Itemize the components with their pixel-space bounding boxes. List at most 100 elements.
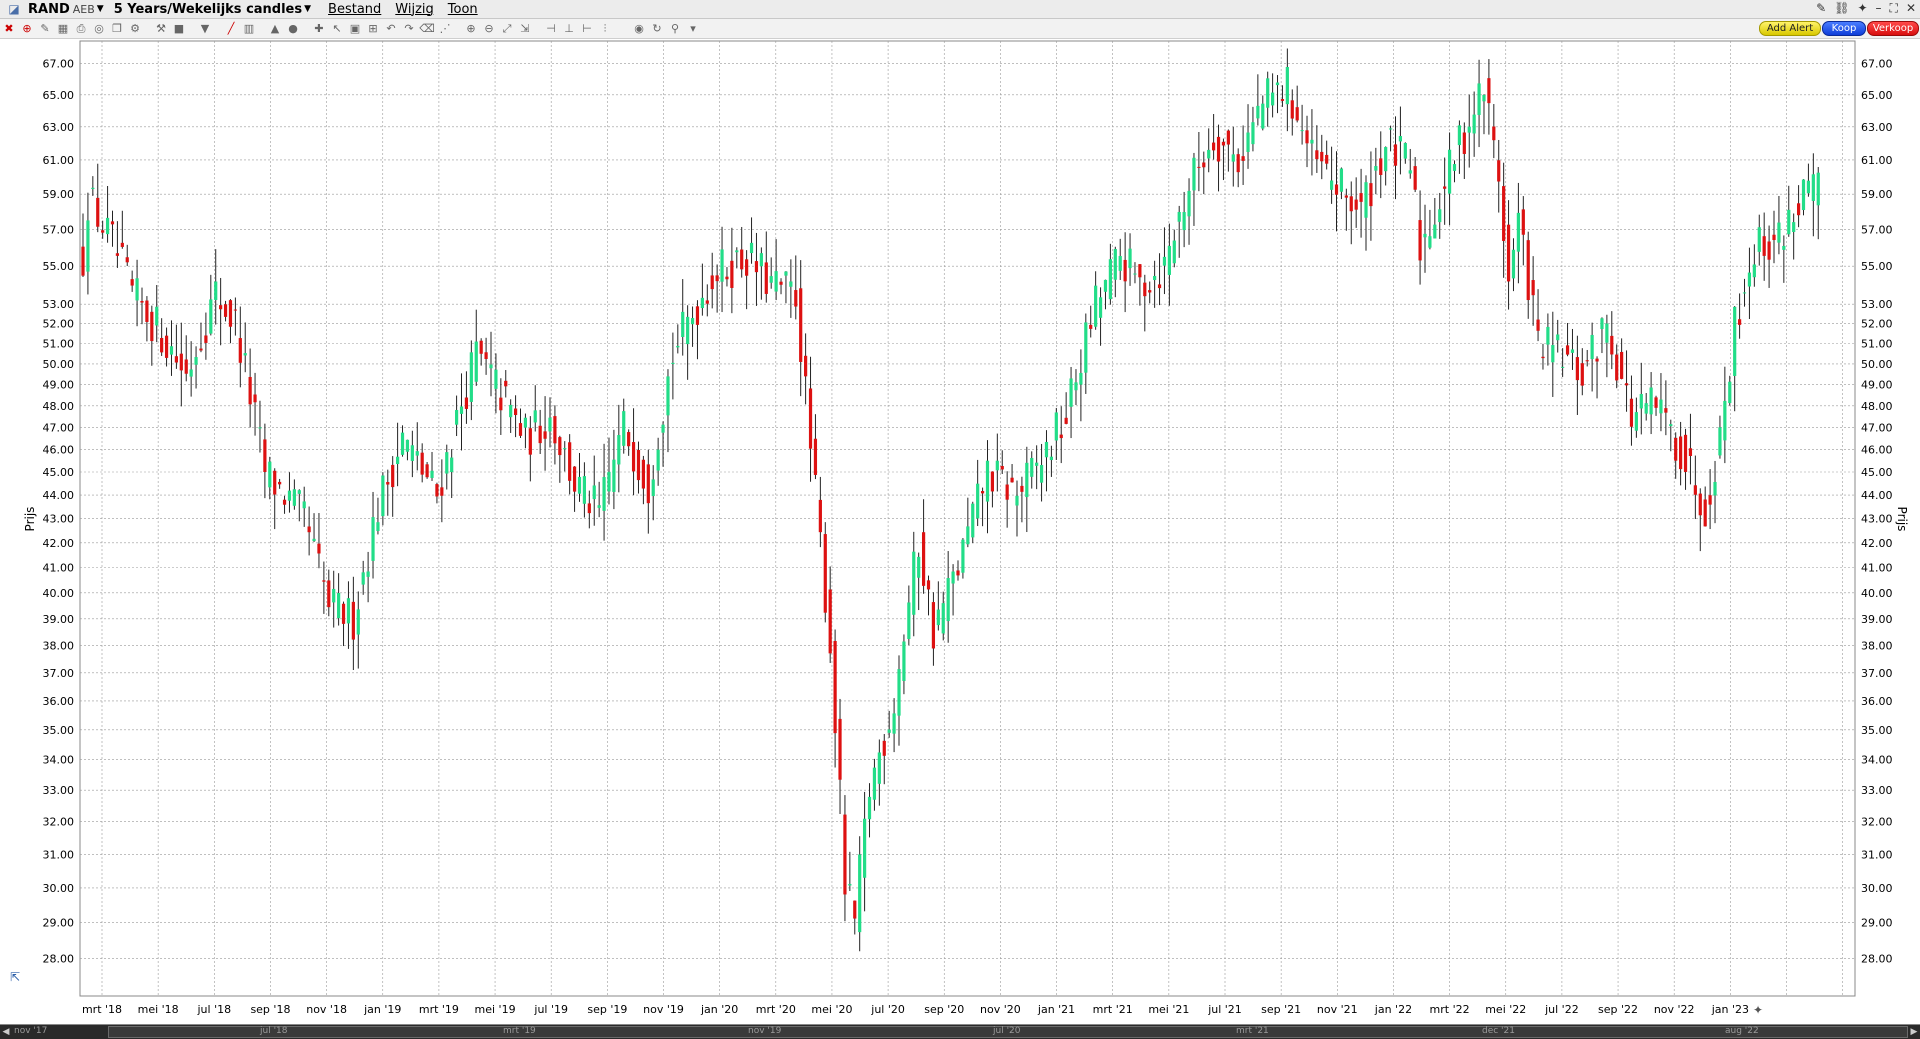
candle-body xyxy=(346,598,351,624)
link-icon[interactable]: ⛓ xyxy=(1834,1,1849,16)
verkoop-button[interactable]: Verkoop xyxy=(1867,21,1919,36)
candle-body xyxy=(926,580,931,590)
center-icon[interactable]: ⊥ xyxy=(561,21,577,37)
candle-body xyxy=(1452,164,1457,171)
candle-body xyxy=(504,380,508,387)
candle-body xyxy=(174,356,178,363)
candle-body xyxy=(951,571,955,584)
minimize-icon[interactable]: – xyxy=(1876,1,1882,16)
period-selector[interactable]: 5 Years/Wekelijks candles xyxy=(114,2,302,17)
wrench-icon[interactable]: ⚲ xyxy=(667,21,683,37)
candle-body xyxy=(145,300,149,322)
pointer-icon[interactable]: ↖ xyxy=(329,21,345,37)
candle-body xyxy=(1374,166,1378,171)
candle-body xyxy=(376,522,380,531)
scroll-end-icon[interactable]: ✦ xyxy=(1753,1003,1763,1017)
circle-icon[interactable]: ● xyxy=(285,21,301,37)
candle-body xyxy=(1629,398,1634,427)
tools-icon[interactable]: ✎ xyxy=(1816,1,1826,16)
period-dropdown-icon[interactable]: ▼ xyxy=(304,4,311,14)
fit-icon[interactable]: ⤢ xyxy=(499,21,515,37)
resize-icon[interactable]: ⇲ xyxy=(517,21,533,37)
bars-icon[interactable]: ▥ xyxy=(241,21,257,37)
y-tick-label: 44.00 xyxy=(1861,489,1893,502)
draw-line-icon[interactable]: ╱ xyxy=(223,21,239,37)
candle-body xyxy=(209,299,213,334)
close-chart-icon[interactable]: ✖ xyxy=(1,21,17,37)
koop-button[interactable]: Koop xyxy=(1822,21,1866,36)
candle-body xyxy=(1108,259,1112,300)
compare-icon[interactable]: ⫶ xyxy=(597,21,613,37)
zoom-out-icon[interactable]: ⊖ xyxy=(481,21,497,37)
candle-body xyxy=(1329,180,1334,190)
menu-bestand[interactable]: Bestand xyxy=(328,2,381,17)
app-icon[interactable]: ◪ xyxy=(6,2,22,16)
color-icon[interactable]: ■ xyxy=(171,21,187,37)
candle-body xyxy=(1005,484,1009,500)
y-tick-label: 35.00 xyxy=(1861,724,1893,737)
menu-toon[interactable]: Toon xyxy=(448,2,478,17)
grid-icon[interactable]: ⊞ xyxy=(365,21,381,37)
refresh-icon[interactable]: ↻ xyxy=(649,21,665,37)
x-tick-label: jan '23 xyxy=(1711,1003,1749,1016)
candle-body xyxy=(1064,417,1068,424)
globe-icon[interactable]: ◉ xyxy=(631,21,647,37)
candle-body xyxy=(243,353,247,356)
close-icon[interactable]: ✕ xyxy=(1906,1,1916,16)
candle-body xyxy=(1757,227,1761,252)
price-chart[interactable]: 28.00 29.00 30.00 31.00 32.00 33.00 34.00 35.00… xyxy=(0,39,1920,1024)
x-tick-label: jul '18 xyxy=(196,1003,231,1016)
copy-icon[interactable]: ❐ xyxy=(109,21,125,37)
candle-body xyxy=(1477,83,1481,115)
scroll-right-icon[interactable]: ▶ xyxy=(1908,1025,1920,1039)
time-scrollbar[interactable]: ◀ nov '17 jul '18 mrt '19 nov '19 jul '2… xyxy=(0,1024,1920,1039)
edit-icon[interactable]: ✎ xyxy=(37,21,53,37)
crosshair-tool-icon[interactable]: ✚ xyxy=(311,21,327,37)
candle-body xyxy=(1020,485,1024,492)
table-icon[interactable]: ▦ xyxy=(55,21,71,37)
zoom-icon[interactable]: ◎ xyxy=(91,21,107,37)
candle-body xyxy=(1221,141,1226,146)
add-alert-button[interactable]: Add Alert xyxy=(1759,21,1821,36)
y-tick-label: 43.00 xyxy=(43,513,75,526)
candle-body xyxy=(1782,245,1786,250)
y-axis-title-right: Prijs xyxy=(1895,507,1909,532)
crosshair-icon[interactable]: ⊕ xyxy=(19,21,35,37)
candle-body xyxy=(1546,326,1550,345)
redo-icon[interactable]: ↷ xyxy=(401,21,417,37)
left-bound-icon[interactable]: ⊣ xyxy=(543,21,559,37)
menu-wijzig[interactable]: Wijzig xyxy=(395,2,433,17)
print-icon[interactable]: ⎙ xyxy=(73,21,89,37)
expand-icon[interactable]: ⇱ xyxy=(10,970,20,984)
symbol-dropdown-icon[interactable]: ▼ xyxy=(97,4,104,14)
scroll-left-icon[interactable]: ◀ xyxy=(0,1025,12,1039)
y-tick-label: 50.00 xyxy=(1861,358,1893,371)
box-icon[interactable]: ▣ xyxy=(347,21,363,37)
candle-body xyxy=(980,491,985,494)
zoom-in-icon[interactable]: ⊕ xyxy=(463,21,479,37)
mountain-icon[interactable]: ▲ xyxy=(267,21,283,37)
candle-body xyxy=(956,570,960,576)
filter-icon[interactable]: ▼ xyxy=(197,21,213,37)
candle-body xyxy=(858,854,862,933)
candle-body xyxy=(804,355,808,377)
fan-icon[interactable]: ⋰ xyxy=(437,21,453,37)
candle-body xyxy=(1079,372,1083,385)
eraser-icon[interactable]: ⌫ xyxy=(419,21,435,37)
more-icon[interactable]: ▾ xyxy=(685,21,701,37)
candle-body xyxy=(1025,462,1029,498)
indicator-icon[interactable]: ⚒ xyxy=(153,21,169,37)
symbol-label[interactable]: RAND xyxy=(28,2,70,17)
settings-icon[interactable]: ⚙ xyxy=(127,21,143,37)
candle-body xyxy=(120,242,124,247)
pin-icon[interactable]: ✦ xyxy=(1857,1,1867,16)
undo-icon[interactable]: ↶ xyxy=(383,21,399,37)
candle-body xyxy=(332,588,336,603)
candle-body xyxy=(1059,434,1063,439)
maximize-icon[interactable]: ⛶ xyxy=(1890,1,1898,16)
candle-body xyxy=(1738,319,1742,325)
candle-body xyxy=(543,431,547,439)
right-bound-icon[interactable]: ⊢ xyxy=(579,21,595,37)
candle-body xyxy=(1526,240,1530,301)
candle-body xyxy=(690,318,695,325)
